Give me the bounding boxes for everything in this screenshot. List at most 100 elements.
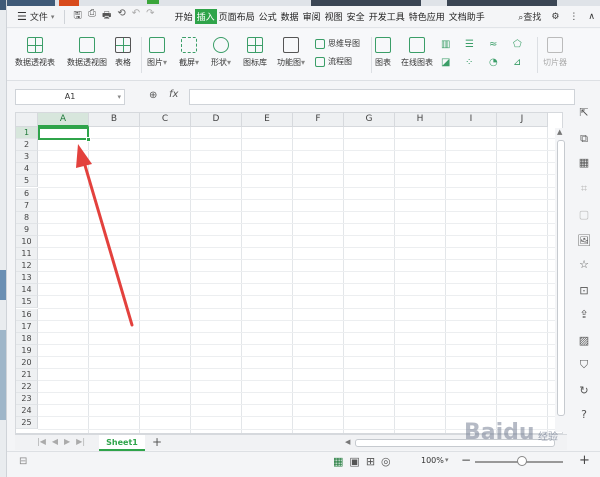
page-break-view-icon[interactable]: ▣	[349, 455, 359, 468]
tab-doc-assistant[interactable]: 文档助手	[447, 9, 487, 24]
prev-sheet-icon[interactable]: ◀	[52, 437, 58, 446]
print-icon[interactable]: 🖶	[102, 8, 111, 25]
row-header-20[interactable]: 20	[16, 356, 38, 369]
picture-button[interactable]: 图片▾	[147, 37, 167, 68]
chevron-down-icon[interactable]: ▾	[445, 456, 449, 464]
undo-icon[interactable]: ↶	[132, 8, 140, 25]
row-header-3[interactable]: 3	[16, 151, 38, 164]
area-chart-icon[interactable]: ◪	[441, 57, 459, 69]
name-box[interactable]: A1 ▾	[15, 89, 125, 105]
shape-button[interactable]: 形状▾	[211, 37, 231, 68]
status-layout-icon[interactable]: ⊟	[19, 456, 27, 467]
row-header-18[interactable]: 18	[16, 332, 38, 345]
mind-map-button[interactable]: 思维导图	[315, 38, 360, 49]
fx-button[interactable]: fx	[169, 89, 178, 100]
row-header-22[interactable]: 22	[16, 381, 38, 394]
column-header-h[interactable]: H	[395, 113, 446, 127]
row-header-1[interactable]: 1	[16, 127, 38, 140]
column-header-a[interactable]: A	[38, 113, 89, 127]
row-header-10[interactable]: 10	[16, 235, 38, 248]
picture-icon[interactable]: ▨	[577, 334, 591, 348]
vertical-scroll-thumb[interactable]	[557, 140, 565, 416]
tab-security[interactable]: 安全	[345, 9, 367, 24]
bar-chart-icon[interactable]: ☰	[465, 39, 483, 51]
tab-developer[interactable]: 开发工具	[367, 9, 407, 24]
row-header-17[interactable]: 17	[16, 320, 38, 333]
help-icon[interactable]: ?	[577, 408, 591, 422]
pie-chart-icon[interactable]: ◔	[489, 57, 507, 69]
row-header-19[interactable]: 19	[16, 344, 38, 357]
print-preview-icon[interactable]: ⎙	[88, 8, 96, 25]
zoom-slider-thumb[interactable]	[517, 456, 527, 466]
save-icon[interactable]: 🖫	[73, 8, 82, 25]
shield-icon[interactable]: ⛉	[577, 358, 591, 372]
pivot-table-button[interactable]: 数据透视表	[15, 37, 55, 68]
formula-input[interactable]	[189, 89, 575, 105]
collapse-ribbon-icon[interactable]: ∧	[588, 12, 595, 22]
column-header-f[interactable]: F	[293, 113, 344, 127]
row-header-12[interactable]: 12	[16, 260, 38, 273]
function-chart-button[interactable]: 功能图▾	[277, 37, 305, 68]
scatter-chart-icon[interactable]: ⁘	[465, 57, 483, 69]
page-layout-view-icon[interactable]: ⊞	[366, 455, 375, 468]
slicer-button[interactable]: 切片器	[543, 37, 567, 68]
row-header-9[interactable]: 9	[16, 223, 38, 236]
online-chart-button[interactable]: 在线图表	[401, 37, 433, 68]
row-header-13[interactable]: 13	[16, 272, 38, 285]
clipboard-icon[interactable]: ▢	[577, 208, 591, 222]
radar-chart-icon[interactable]: ⬠	[513, 39, 531, 51]
column-header-b[interactable]: B	[89, 113, 140, 127]
format-painter-icon[interactable]: ⟲	[117, 8, 125, 25]
table-button[interactable]: 表格	[115, 37, 131, 68]
tab-formulas[interactable]: 公式	[257, 9, 279, 24]
select-cursor-icon[interactable]: ⇱	[577, 106, 591, 120]
icon-library-button[interactable]: 图标库	[243, 37, 267, 68]
add-sheet-button[interactable]: +	[152, 435, 162, 449]
column-header-i[interactable]: I	[446, 113, 497, 127]
tab-special-apps[interactable]: 特色应用	[407, 9, 447, 24]
horizontal-scroll-thumb[interactable]	[355, 439, 555, 447]
column-header-j[interactable]: J	[497, 113, 548, 127]
zoom-out-button[interactable]: −	[461, 453, 471, 467]
column-chart-icon[interactable]: ▥	[441, 39, 459, 51]
first-sheet-icon[interactable]: |◀	[37, 437, 46, 446]
next-sheet-icon[interactable]: ▶	[64, 437, 70, 446]
fill-handle[interactable]	[86, 137, 91, 142]
table-style-icon[interactable]: ▦	[577, 156, 591, 170]
row-header-7[interactable]: 7	[16, 199, 38, 212]
zoom-magnifier-icon[interactable]: ⊕	[149, 90, 157, 101]
row-header-21[interactable]: 21	[16, 369, 38, 382]
column-header-e[interactable]: E	[242, 113, 293, 127]
format-icon[interactable]: ⌗	[577, 182, 591, 196]
row-header-6[interactable]: 6	[16, 187, 38, 200]
last-sheet-icon[interactable]: ▶|	[76, 437, 85, 446]
normal-view-icon[interactable]: ▦	[333, 455, 343, 468]
row-header-16[interactable]: 16	[16, 308, 38, 321]
column-header-c[interactable]: C	[140, 113, 191, 127]
tab-insert[interactable]: 插入	[194, 9, 217, 24]
tab-data[interactable]: 数据	[279, 9, 301, 24]
select-all-corner[interactable]	[16, 113, 38, 127]
shapes-icon[interactable]: ⧉	[577, 132, 591, 146]
pivot-chart-button[interactable]: 数据透视图	[67, 37, 107, 68]
zoom-level[interactable]: 100%	[421, 456, 444, 465]
row-header-23[interactable]: 23	[16, 393, 38, 406]
row-header-15[interactable]: 15	[16, 296, 38, 309]
row-header-11[interactable]: 11	[16, 248, 38, 261]
search-button[interactable]: ⌕查找	[518, 10, 541, 23]
zoom-in-button[interactable]: +	[579, 453, 590, 468]
row-header-5[interactable]: 5	[16, 175, 38, 188]
chart-button[interactable]: 图表	[375, 37, 391, 68]
share-icon[interactable]: ⇪	[577, 308, 591, 322]
redo-icon[interactable]: ↷	[146, 8, 154, 25]
row-header-24[interactable]: 24	[16, 405, 38, 418]
flowchart-button[interactable]: 流程图	[315, 56, 352, 67]
settings-icon[interactable]: ⚙	[551, 12, 559, 22]
inbox-icon[interactable]: ⊡	[577, 284, 591, 298]
column-header-g[interactable]: G	[344, 113, 395, 127]
sheet-tab-sheet1[interactable]: Sheet1	[99, 435, 145, 451]
spreadsheet-grid[interactable]: A B C D E F G H I J 1 2 3 4 5 6 7 8 9 10 11 12 13 14 15 16 17 18 19 2…	[15, 112, 563, 434]
tab-view[interactable]: 视图	[323, 9, 345, 24]
file-menu-button[interactable]: ☰ 文件 ▾	[11, 8, 60, 26]
row-header-25[interactable]: 25	[16, 417, 38, 430]
